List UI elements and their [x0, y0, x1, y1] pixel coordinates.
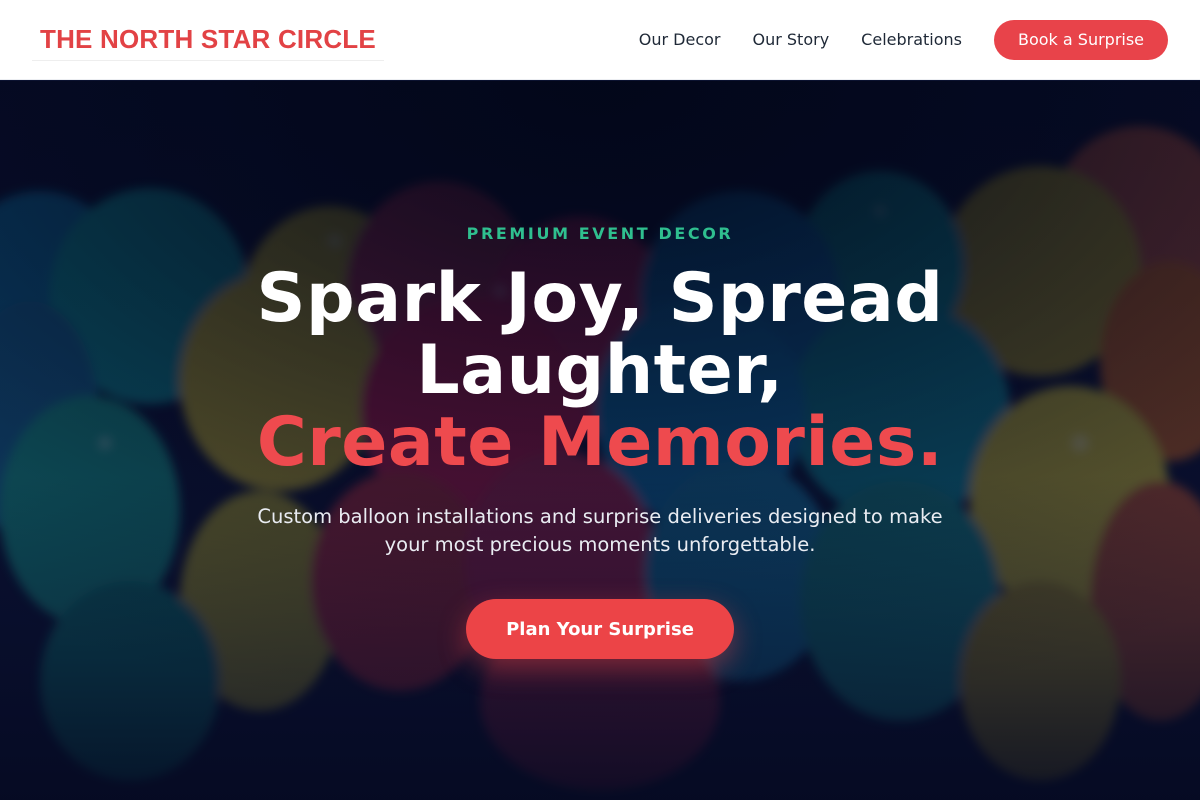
- hero-headline: Spark Joy, Spread Laughter, Create Memor…: [200, 263, 1000, 479]
- brand-name[interactable]: THE NORTH STAR CIRCLE: [40, 24, 376, 55]
- book-surprise-button[interactable]: Book a Surprise: [994, 19, 1168, 60]
- hero-content: PREMIUM EVENT DECOR Spark Joy, Spread La…: [0, 81, 1200, 800]
- nav-link-our-decor[interactable]: Our Decor: [639, 30, 721, 49]
- hero-eyebrow: PREMIUM EVENT DECOR: [466, 224, 734, 243]
- nav-link-celebrations[interactable]: Celebrations: [861, 30, 962, 49]
- site-header: THE NORTH STAR CIRCLE Our Decor Our Stor…: [0, 0, 1200, 80]
- hero-section: PREMIUM EVENT DECOR Spark Joy, Spread La…: [0, 81, 1200, 800]
- nav-link-our-story[interactable]: Our Story: [753, 30, 830, 49]
- plan-surprise-button[interactable]: Plan Your Surprise: [466, 599, 734, 659]
- headline-accent: Create Memories.: [256, 403, 944, 482]
- hero-subtitle: Custom balloon installations and surpris…: [257, 505, 943, 556]
- main-nav: Our Decor Our Story Celebrations Book a …: [639, 19, 1168, 60]
- headline-main: Spark Joy, Spread Laughter,: [256, 259, 944, 410]
- brand-logo[interactable]: THE NORTH STAR CIRCLE: [32, 19, 384, 61]
